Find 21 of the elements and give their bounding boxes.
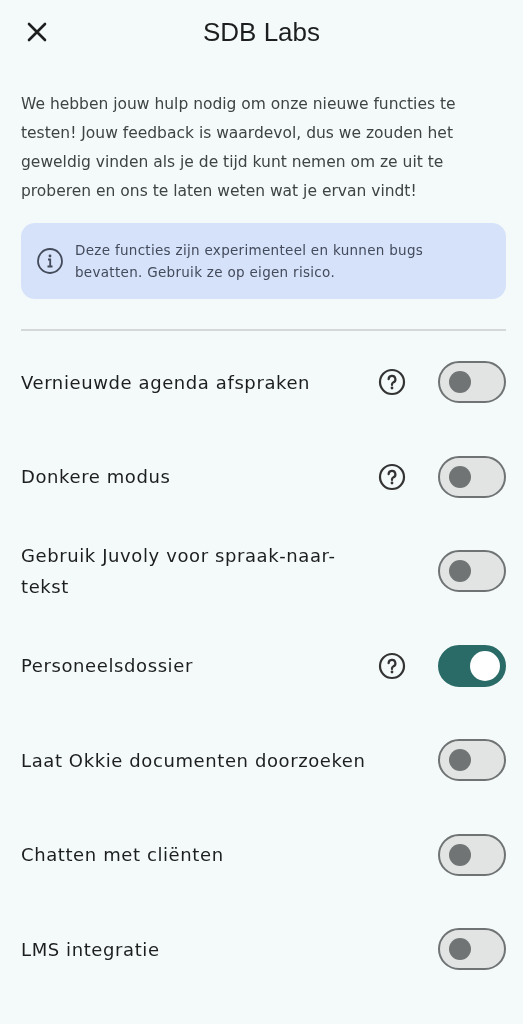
screen-title: SDB Labs <box>202 16 321 48</box>
feature-label: Chatten met cliënten <box>21 843 225 868</box>
notice-text: Deze functies zijn experimenteel en kunnen bugs bevatten. Gebruik ze op eigen risico. <box>75 241 425 282</box>
toggle-switch[interactable] <box>438 455 506 498</box>
feature-label: Vernieuwde agenda afspraken <box>21 370 312 395</box>
help-icon[interactable] <box>378 368 406 397</box>
help-icon[interactable] <box>378 651 406 680</box>
feature-label: Donkere modus <box>21 465 172 490</box>
toggle-switch[interactable] <box>438 361 506 404</box>
feature-label: Personeelsdossier <box>21 654 194 679</box>
toggle-switch[interactable] <box>438 833 506 876</box>
toggle-switch[interactable] <box>438 550 506 593</box>
toggle-switch[interactable] <box>438 644 506 687</box>
feature-label: Gebruik Juvoly voor spraak-naar-tekst <box>21 544 337 600</box>
info-icon <box>36 247 64 275</box>
feature-label: LMS integratie <box>21 937 161 962</box>
help-icon[interactable] <box>378 462 406 491</box>
toggle-switch[interactable] <box>438 928 506 971</box>
intro-text: We hebben jouw hulp nodig om onze nieuwe functies te testen! Jouw feedback is waardevol, dus we zouden het geweldig vinden als je de tijd kunt nemen om ze uit te proberen en ons te laten weten wat je ervan vindt! <box>21 94 457 202</box>
toggle-switch[interactable] <box>438 739 506 782</box>
feature-label: Laat Okkie documenten doorzoeken <box>21 748 367 773</box>
